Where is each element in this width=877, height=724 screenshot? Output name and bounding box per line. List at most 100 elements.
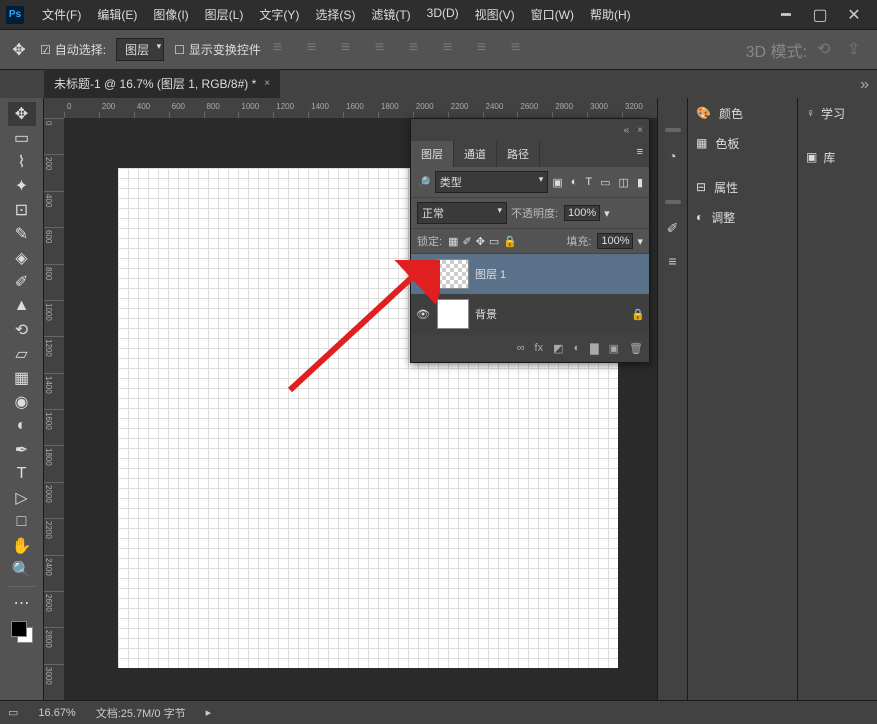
path-select-tool[interactable]: ▷ <box>8 486 36 510</box>
filter-type-select[interactable]: 类型 <box>435 171 549 193</box>
bulb-icon: ♀ <box>806 106 815 120</box>
marquee-tool[interactable]: ▭ <box>8 126 36 150</box>
rectangle-tool[interactable]: □ <box>8 510 36 534</box>
lock-move-icon[interactable]: ✥ <box>476 235 485 248</box>
zoom-tool[interactable]: 🔍 <box>8 558 36 582</box>
close-tab-icon[interactable]: × <box>264 78 270 89</box>
layer-thumbnail[interactable] <box>437 259 469 289</box>
menu-item[interactable]: 滤镜(T) <box>363 2 418 27</box>
clone-stamp-tool[interactable]: ▲ <box>8 294 36 318</box>
lock-artboard-icon[interactable]: ▭ <box>489 235 499 248</box>
adjustments-panel-button[interactable]: ◐调整 <box>688 202 797 232</box>
brush-panel-icon[interactable]: ✐ <box>667 220 679 237</box>
fx-icon[interactable]: fx <box>535 342 544 354</box>
doc-info[interactable]: 文档:25.7M/0 字节 <box>96 705 186 721</box>
lasso-tool[interactable]: ⌇ <box>8 150 36 174</box>
layer-row[interactable]: 👁 图层 1 <box>411 254 649 294</box>
fg-color-swatch[interactable] <box>11 621 27 637</box>
lock-brush-icon[interactable]: ✐ <box>462 235 471 248</box>
color-swatch[interactable] <box>11 621 33 643</box>
chevron-down-icon[interactable]: ▾ <box>637 235 643 248</box>
layer-name[interactable]: 背景 <box>475 306 497 322</box>
history-panel-icon[interactable]: ◔ <box>668 148 676 164</box>
tab-overflow-button[interactable]: » <box>852 72 877 98</box>
trash-icon[interactable]: 🗑 <box>629 342 643 355</box>
close-panel-icon[interactable]: × <box>635 125 645 136</box>
menu-item[interactable]: 3D(D) <box>419 2 467 27</box>
hand-tool[interactable]: ✋ <box>8 534 36 558</box>
filter-smart-icon[interactable]: ◫ <box>619 176 629 189</box>
chevron-down-icon[interactable]: ▾ <box>604 207 610 220</box>
history-brush-tool[interactable]: ⟲ <box>8 318 36 342</box>
close-button[interactable]: ✕ <box>837 3 871 27</box>
eraser-tool[interactable]: ▱ <box>8 342 36 366</box>
color-panel-button[interactable]: 🎨颜色 <box>688 98 797 128</box>
mask-icon[interactable]: ◩ <box>553 342 563 355</box>
collapse-icon[interactable]: « <box>622 125 632 136</box>
eyedropper-tool[interactable]: ✎ <box>8 222 36 246</box>
layer-row[interactable]: 👁背景🔒 <box>411 294 649 334</box>
brushes-panel-icon[interactable]: ≡ <box>668 253 676 269</box>
ruler-corner <box>44 98 64 118</box>
visibility-icon[interactable]: 👁 <box>415 268 431 281</box>
gradient-tool[interactable]: ▦ <box>8 366 36 390</box>
tab-paths[interactable]: 路径 <box>497 141 540 167</box>
filter-text-icon[interactable]: T <box>585 176 592 189</box>
auto-select-target-select[interactable]: 图层 <box>116 38 164 61</box>
blend-mode-select[interactable]: 正常 <box>417 202 507 224</box>
layer-name[interactable]: 图层 1 <box>475 266 506 282</box>
brush-tool[interactable]: ✐ <box>8 270 36 294</box>
crop-tool[interactable]: ⊡ <box>8 198 36 222</box>
align-bottom-icon: ≡ <box>443 39 465 61</box>
menu-item[interactable]: 选择(S) <box>307 2 363 27</box>
type-tool[interactable]: T <box>8 462 36 486</box>
maximize-button[interactable]: ▢ <box>803 3 837 27</box>
pen-tool[interactable]: ✒ <box>8 438 36 462</box>
menu-item[interactable]: 帮助(H) <box>582 2 639 27</box>
minimize-button[interactable]: ━ <box>769 3 803 27</box>
adjustment-layer-icon[interactable]: ◐ <box>574 342 581 354</box>
filter-toggle[interactable]: ▮ <box>637 176 643 189</box>
lock-pixels-icon[interactable]: ▦ <box>448 235 458 248</box>
swatches-panel-button[interactable]: ▦色板 <box>688 128 797 158</box>
align-left-icon: ≡ <box>273 39 295 61</box>
menu-item[interactable]: 视图(V) <box>467 2 523 27</box>
learn-panel-button[interactable]: ♀学习 <box>798 98 877 128</box>
filter-shape-icon[interactable]: ▭ <box>600 176 610 189</box>
menu-item[interactable]: 文件(F) <box>34 2 89 27</box>
document-tab[interactable]: 未标题-1 @ 16.7% (图层 1, RGB/8#) * × <box>44 69 280 98</box>
tab-channels[interactable]: 通道 <box>454 141 497 167</box>
menu-item[interactable]: 窗口(W) <box>523 2 582 27</box>
library-icon: ▣ <box>806 150 817 164</box>
visibility-icon[interactable]: 👁 <box>415 308 431 321</box>
move-tool[interactable]: ✥ <box>8 102 36 126</box>
ruler-horizontal: 0200400600800100012001400160018002000220… <box>64 98 657 118</box>
menu-item[interactable]: 图层(L) <box>197 2 252 27</box>
layer-thumbnail[interactable] <box>437 299 469 329</box>
folder-icon[interactable]: ▇ <box>590 342 598 355</box>
spot-heal-tool[interactable]: ◈ <box>8 246 36 270</box>
dodge-tool[interactable]: ◐ <box>8 414 36 438</box>
show-transform-checkbox[interactable]: ☐显示变换控件 <box>174 41 261 58</box>
new-layer-icon[interactable]: ▣ <box>609 342 619 355</box>
filter-adjust-icon[interactable]: ◐ <box>571 176 578 189</box>
zoom-level[interactable]: 16.67% <box>38 707 75 719</box>
filter-image-icon[interactable]: ▣ <box>552 176 562 189</box>
panel-menu-icon[interactable]: ≡ <box>631 141 649 167</box>
blur-tool[interactable]: ◉ <box>8 390 36 414</box>
menu-item[interactable]: 文字(Y) <box>251 2 307 27</box>
auto-select-checkbox[interactable]: ☑自动选择: <box>40 41 106 58</box>
library-panel-button[interactable]: ▣库 <box>798 142 877 172</box>
opacity-input[interactable]: 100% <box>564 205 600 221</box>
lock-all-icon[interactable]: 🔒 <box>503 235 517 248</box>
edit-toolbar-button[interactable]: ⋯ <box>8 591 36 615</box>
menu-item[interactable]: 编辑(E) <box>89 2 145 27</box>
tab-layers[interactable]: 图层 <box>411 141 454 167</box>
properties-panel-button[interactable]: ⊟属性 <box>688 172 797 202</box>
panel-header[interactable]: « × <box>411 119 649 141</box>
fill-input[interactable]: 100% <box>597 233 633 249</box>
status-chevron-icon[interactable]: ▸ <box>206 706 212 719</box>
magic-wand-tool[interactable]: ✦ <box>8 174 36 198</box>
link-layers-icon[interactable]: ∞ <box>517 342 525 354</box>
menu-item[interactable]: 图像(I) <box>145 2 196 27</box>
